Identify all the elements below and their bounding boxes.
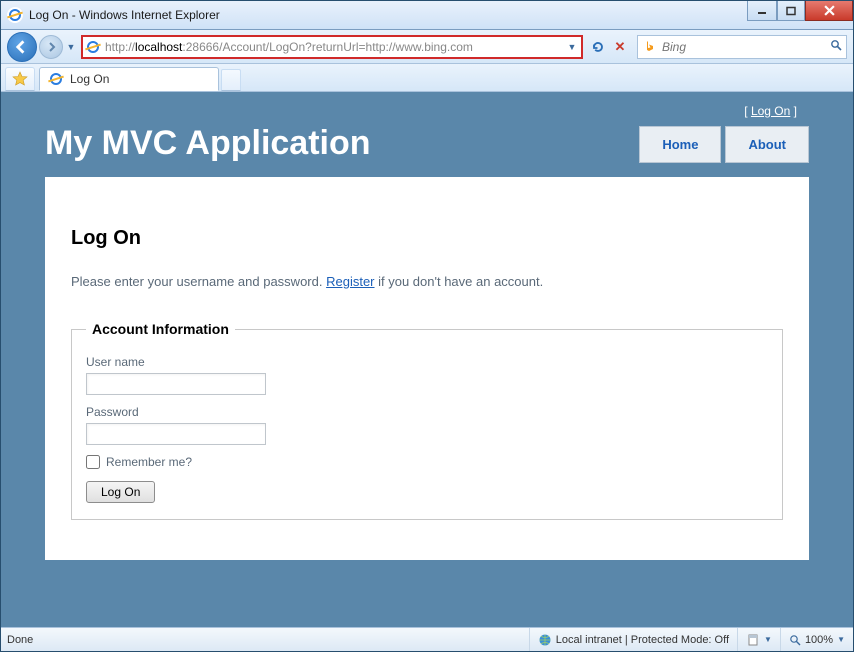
header-logon-link[interactable]: Log On	[751, 104, 790, 118]
refresh-button[interactable]	[587, 36, 609, 58]
window-titlebar: Log On - Windows Internet Explorer	[1, 1, 853, 30]
security-zone[interactable]: Local intranet | Protected Mode: Off	[529, 628, 737, 651]
tab-bar: Log On	[1, 64, 853, 92]
instruction-text: Please enter your username and password.…	[71, 274, 783, 289]
minimize-button[interactable]	[747, 1, 777, 21]
zoom-control[interactable]: 100% ▼	[780, 628, 853, 651]
zoom-icon	[789, 634, 801, 646]
maximize-button[interactable]	[777, 1, 805, 21]
new-tab-button[interactable]	[221, 69, 241, 91]
url-input[interactable]: http://localhost:28666/Account/LogOn?ret…	[105, 40, 565, 54]
register-link[interactable]: Register	[326, 274, 374, 289]
instruction-after: if you don't have an account.	[375, 274, 544, 289]
forward-button[interactable]	[39, 35, 63, 59]
status-text: Done	[1, 634, 529, 646]
tab-label: Log On	[70, 72, 109, 86]
search-input[interactable]	[662, 40, 824, 54]
back-button[interactable]	[7, 32, 37, 62]
address-dropdown-icon[interactable]: ▼	[565, 42, 579, 52]
globe-icon	[538, 633, 552, 647]
password-input[interactable]	[86, 423, 266, 445]
zone-label: Local intranet | Protected Mode: Off	[556, 634, 729, 646]
search-go-icon[interactable]	[824, 39, 842, 54]
favorites-button[interactable]	[5, 67, 35, 91]
search-box[interactable]	[637, 35, 847, 59]
instruction-before: Please enter your username and password.	[71, 274, 326, 289]
url-rest: :28666/Account/LogOn?returnUrl=http://ww…	[182, 40, 473, 54]
fieldset-legend: Account Information	[86, 321, 235, 337]
page-body: [ Log On ] My MVC Application Home About…	[1, 92, 853, 627]
page-icon	[746, 633, 760, 647]
window-controls	[747, 1, 853, 21]
content-card: Log On Please enter your username and pa…	[45, 177, 809, 560]
stop-button[interactable]: ✕	[609, 36, 631, 58]
browser-window: Log On - Windows Internet Explorer ▼	[0, 0, 854, 652]
password-label: Password	[86, 405, 768, 419]
ie-icon	[7, 7, 23, 23]
nav-tabs: Home About	[639, 126, 809, 163]
zoom-label: 100%	[805, 634, 833, 646]
account-fieldset: Account Information User name Password R…	[71, 321, 783, 520]
remember-label: Remember me?	[106, 455, 192, 469]
url-prefix: http://	[105, 40, 135, 54]
site-icon	[85, 39, 101, 55]
username-label: User name	[86, 355, 768, 369]
status-bar: Done Local intranet | Protected Mode: Of…	[1, 627, 853, 651]
nav-about[interactable]: About	[725, 126, 809, 163]
page-tools[interactable]: ▼	[737, 628, 780, 651]
username-input[interactable]	[86, 373, 266, 395]
address-bar[interactable]: http://localhost:28666/Account/LogOn?ret…	[81, 35, 583, 59]
chevron-down-icon: ▼	[764, 635, 772, 644]
viewport[interactable]: [ Log On ] My MVC Application Home About…	[1, 92, 853, 627]
header-login-area: [ Log On ]	[1, 92, 853, 118]
app-title: My MVC Application	[45, 124, 371, 163]
tab-favicon-icon	[48, 71, 64, 87]
tab-logon[interactable]: Log On	[39, 67, 219, 91]
page-heading: Log On	[71, 227, 783, 250]
navigation-bar: ▼ http://localhost:28666/Account/LogOn?r…	[1, 30, 853, 64]
url-host: localhost	[135, 40, 182, 54]
logon-button[interactable]: Log On	[86, 481, 155, 503]
bing-icon	[642, 39, 658, 55]
nav-history-dropdown[interactable]: ▼	[65, 36, 77, 58]
window-title: Log On - Windows Internet Explorer	[29, 8, 220, 22]
nav-home[interactable]: Home	[639, 126, 721, 163]
chevron-down-icon: ▼	[837, 635, 845, 644]
close-button[interactable]	[805, 1, 853, 21]
app-header: My MVC Application Home About	[1, 118, 853, 177]
remember-checkbox[interactable]	[86, 455, 100, 469]
